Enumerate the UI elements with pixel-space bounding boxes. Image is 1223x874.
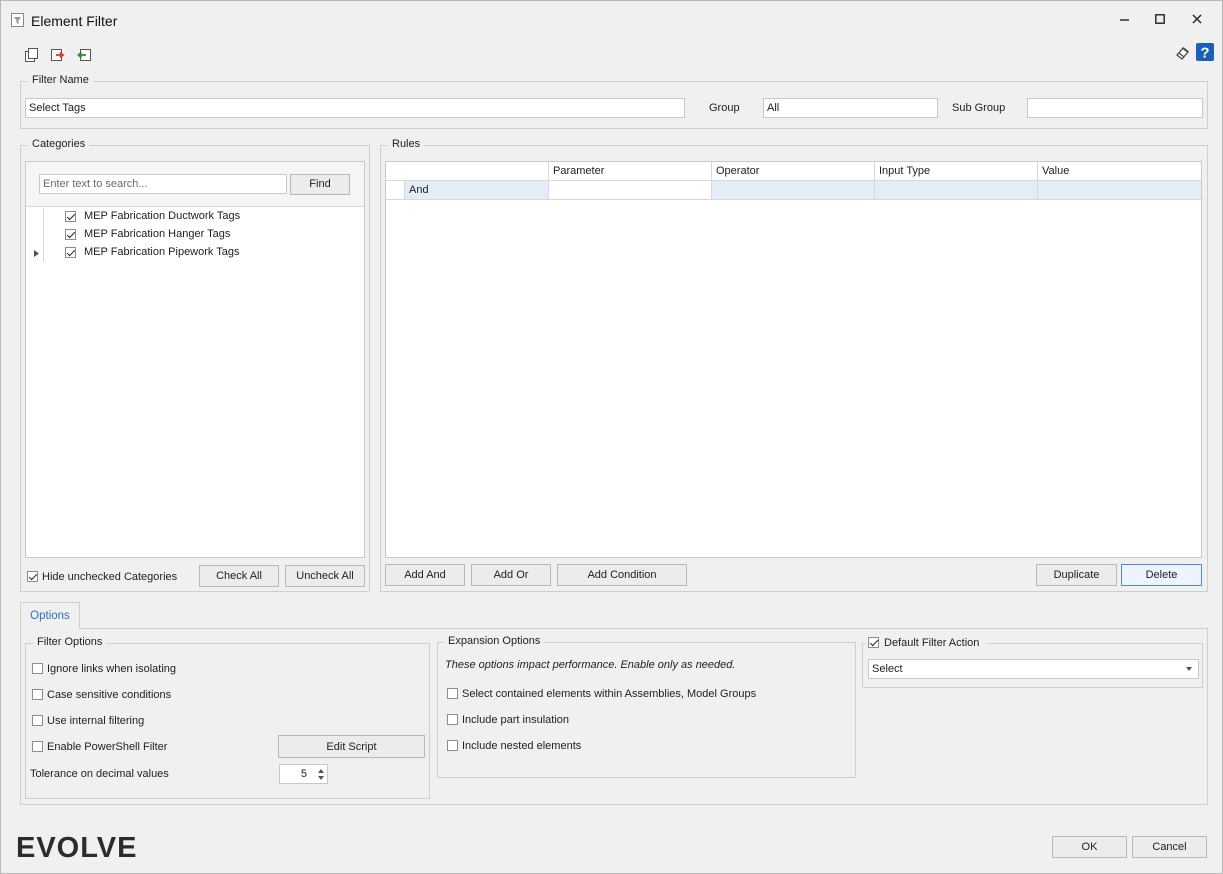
tree-item-ductwork[interactable]: MEP Fabrication Ductwork Tags [26,208,364,226]
close-button[interactable] [1179,7,1215,33]
new-filter-icon[interactable] [24,47,40,63]
expand-arrow-icon[interactable] [34,250,39,257]
element-filter-window: Element Filter ? Filter Name Group [0,0,1223,874]
row-parameter-cell[interactable] [549,181,712,200]
case-sensitive-checkbox[interactable] [32,689,43,700]
maximize-button[interactable] [1142,7,1178,33]
logo-text: EVOLVE [16,832,138,864]
row-logic-cell[interactable]: And [405,181,549,200]
tolerance-value: 5 [300,768,307,780]
default-action-checkbox[interactable] [868,637,879,648]
hide-unchecked-checkbox[interactable] [27,571,38,582]
tab-options[interactable]: Options [20,602,80,629]
categories-search-bar: Find [26,162,364,207]
nested-elements-label: Include nested elements [462,740,582,752]
table-row[interactable]: And [386,181,1201,201]
case-sensitive-label: Case sensitive conditions [47,689,172,701]
spin-down-icon[interactable] [318,776,324,780]
find-button[interactable]: Find [290,174,350,195]
ok-button[interactable]: OK [1052,836,1127,858]
group-label: Group [709,102,740,114]
tree-item-label: MEP Fabrication Hanger Tags [84,228,231,240]
row-input-type-cell[interactable] [875,181,1038,200]
rules-grid: Parameter Operator Input Type Value And [385,161,1202,558]
duplicate-button[interactable]: Duplicate [1036,564,1117,586]
close-icon [1192,14,1202,24]
rules-legend: Rules [388,138,425,150]
contained-elements-checkbox[interactable] [447,688,458,699]
performance-note: These options impact performance. Enable… [445,659,736,671]
internal-filtering-label: Use internal filtering [47,715,145,727]
uncheck-all-button[interactable]: Uncheck All [285,565,365,587]
window-title: Element Filter [31,13,118,29]
subgroup-input[interactable] [1027,98,1203,118]
part-insulation-label: Include part insulation [462,714,570,726]
filter-options-legend: Filter Options [33,636,107,648]
ductwork-checkbox[interactable] [65,211,76,222]
help-icon[interactable]: ? [1196,43,1214,61]
spin-up-icon[interactable] [318,769,324,773]
tree-item-pipework[interactable]: MEP Fabrication Pipework Tags [26,244,364,262]
title-bar: Element Filter [1,1,1222,39]
cancel-button[interactable]: Cancel [1132,836,1207,858]
categories-tree: Find MEP Fabrication Ductwork Tags MEP F… [25,161,365,558]
add-and-button[interactable]: Add And [385,564,465,586]
row-indent-cell [386,181,405,200]
header-operator[interactable]: Operator [712,162,875,181]
header-logic-col [386,162,549,181]
minimize-button[interactable] [1107,7,1143,33]
maximize-icon [1155,14,1165,24]
hanger-checkbox[interactable] [65,229,76,240]
powershell-filter-label: Enable PowerShell Filter [47,741,168,753]
header-parameter[interactable]: Parameter [549,162,712,181]
filter-app-icon [11,13,24,27]
expansion-options-legend: Expansion Options [444,635,545,647]
rules-grid-header: Parameter Operator Input Type Value [386,162,1201,181]
export-filter-icon[interactable] [50,47,66,63]
nested-elements-checkbox[interactable] [447,740,458,751]
ignore-links-checkbox[interactable] [32,663,43,674]
categories-search-input[interactable] [39,174,287,194]
default-action-selected: Select [872,663,903,675]
powershell-filter-checkbox[interactable] [32,741,43,752]
chevron-down-icon [1186,667,1192,671]
tolerance-stepper[interactable]: 5 [279,764,328,784]
contained-elements-label: Select contained elements within Assembl… [462,688,757,700]
subgroup-label: Sub Group [952,102,1006,114]
internal-filtering-checkbox[interactable] [32,715,43,726]
ignore-links-label: Ignore links when isolating [47,663,177,675]
tree-item-label: MEP Fabrication Pipework Tags [84,246,240,258]
logo-accent-icon [37,841,53,855]
header-value[interactable]: Value [1038,162,1201,181]
row-operator-cell[interactable] [712,181,875,200]
svg-text:?: ? [1200,45,1209,62]
evolve-logo: EVOLVE [16,832,138,864]
delete-button[interactable]: Delete [1121,564,1202,586]
minimize-icon [1120,19,1129,21]
check-all-button[interactable]: Check All [199,565,279,587]
tree-item-hanger[interactable]: MEP Fabrication Hanger Tags [26,226,364,244]
default-action-select[interactable]: Select [868,659,1199,679]
add-condition-button[interactable]: Add Condition [557,564,687,586]
tree-item-label: MEP Fabrication Ductwork Tags [84,210,241,222]
eraser-icon[interactable] [1174,44,1191,61]
tolerance-label: Tolerance on decimal values [30,768,169,780]
group-input[interactable] [763,98,938,118]
filter-name-input[interactable] [25,98,685,118]
hide-unchecked-label: Hide unchecked Categories [42,571,178,583]
edit-script-button[interactable]: Edit Script [278,735,425,758]
row-value-cell[interactable] [1038,181,1201,200]
header-input-type[interactable]: Input Type [875,162,1038,181]
import-filter-icon[interactable] [76,47,92,63]
add-or-button[interactable]: Add Or [471,564,551,586]
default-action-legend: Default Filter Action [884,637,980,649]
pipework-checkbox[interactable] [65,247,76,258]
categories-legend: Categories [28,138,90,150]
filter-name-legend: Filter Name [28,74,93,86]
part-insulation-checkbox[interactable] [447,714,458,725]
